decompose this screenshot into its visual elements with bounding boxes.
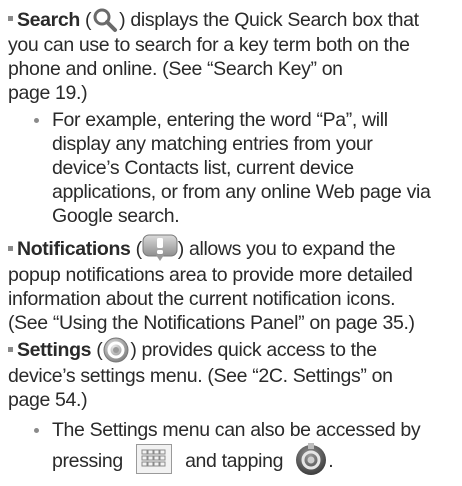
- search-text-1: ) displays the Quick Search box that: [119, 9, 419, 31]
- notifications-text-4: (See “Using the Notifications Panel” on …: [8, 312, 415, 334]
- settings-note-paragraph: The Settings menu can also be accessed b…: [34, 418, 458, 478]
- settings-app-icon: [294, 442, 328, 475]
- settings-note-text-2: pressing: [52, 450, 123, 473]
- settings-gear-icon: [102, 336, 130, 363]
- magnifier-icon: [91, 7, 119, 32]
- bullet-square: [8, 346, 13, 352]
- example-text-1: For example, entering the word “Pa”, wil…: [52, 109, 388, 131]
- settings-note-text-3: and tapping: [185, 450, 284, 473]
- example-text-3: device’s Contacts list, current device: [52, 157, 354, 179]
- notifications-text-1: ) allows you to expand the: [177, 238, 396, 261]
- notifications-text-3: information about the current notificati…: [8, 288, 396, 310]
- settings-text-1: ) provides quick access to the: [130, 339, 377, 362]
- paren-open: (: [130, 238, 143, 261]
- notifications-paragraph: Notifications ( ) allows you to expand t…: [8, 234, 458, 335]
- notification-bubble-icon: [142, 234, 178, 261]
- search-text-3: phone and online. (See “Search Key” on: [8, 57, 343, 80]
- settings-paragraph: Settings ( ) provides quick access to th…: [8, 336, 458, 412]
- settings-note-text-1: The Settings menu can also be accessed b…: [52, 419, 421, 441]
- bullet-square: [8, 16, 13, 22]
- period: .: [328, 450, 334, 473]
- notifications-heading: Notifications: [17, 238, 131, 261]
- example-text-4: applications, or from any online Web pag…: [52, 181, 431, 203]
- search-text-4: page 19.): [8, 81, 88, 104]
- bullet-dot: [34, 428, 39, 433]
- example-text-5: Google search.: [52, 205, 180, 227]
- search-example-paragraph: For example, entering the word “Pa”, wil…: [34, 108, 458, 228]
- search-text-2: you can use to search for a key term bot…: [8, 33, 410, 56]
- settings-text-2: device’s settings menu. (See “2C. Settin…: [8, 365, 393, 387]
- bullet-dot: [34, 118, 39, 123]
- settings-heading: Settings: [17, 339, 92, 362]
- menu-key-icon: [135, 444, 172, 474]
- paren-open: (: [91, 339, 103, 362]
- notifications-text-2: popup notifications area to provide more…: [8, 264, 413, 286]
- search-paragraph: Search ( ) displays the Quick Search box…: [8, 8, 458, 105]
- bullet-square: [8, 245, 13, 251]
- search-heading: Search: [17, 9, 80, 31]
- example-text-2: display any matching entries from your: [52, 133, 373, 155]
- paren-open: (: [79, 9, 92, 31]
- manual-page: Search ( ) displays the Quick Search box…: [0, 0, 462, 486]
- settings-text-3: page 54.): [8, 389, 88, 411]
